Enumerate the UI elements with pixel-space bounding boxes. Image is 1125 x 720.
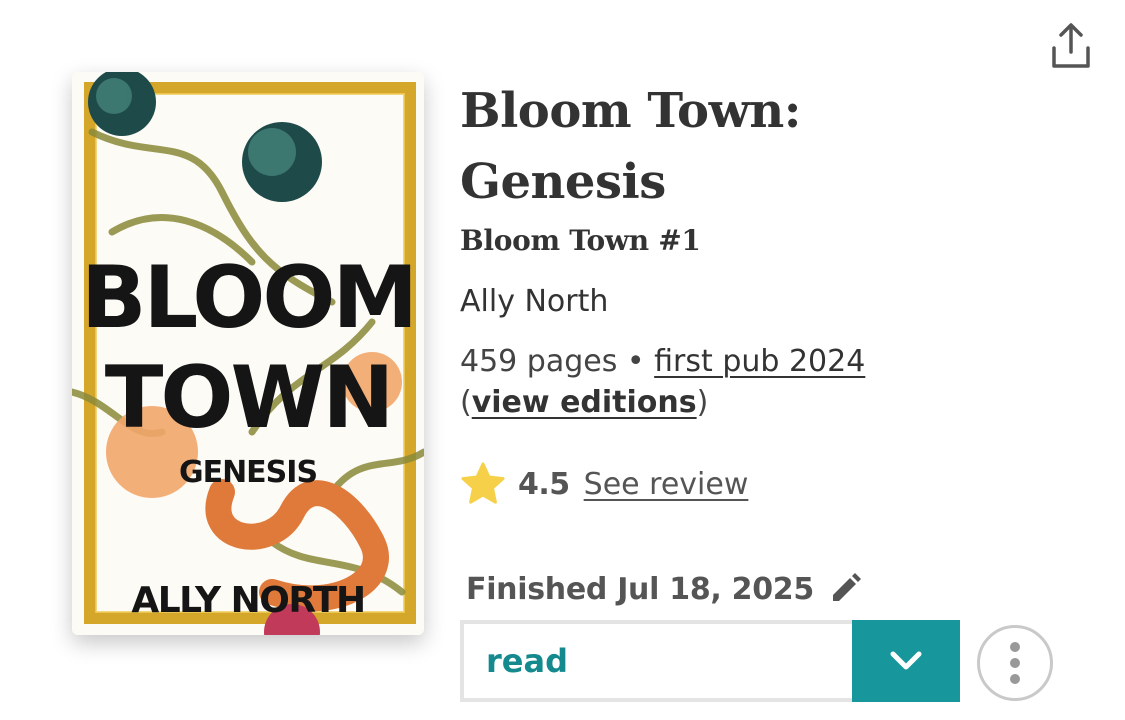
book-author[interactable]: Ally North [460,282,608,322]
book-series[interactable]: Bloom Town #1 [460,222,701,260]
status-dropdown-button[interactable] [852,620,960,702]
rating-row: 4.5 See review [460,458,748,510]
cover-title-line1: BLOOM [81,248,415,348]
share-icon [1052,23,1090,68]
more-options-button[interactable] [977,625,1053,701]
reading-status-select[interactable]: read [460,620,960,702]
finished-row: Finished Jul 18, 2025 [466,566,862,612]
book-title: Bloom Town: Genesis [460,76,1020,218]
pencil-icon[interactable] [828,572,862,606]
reading-status-value[interactable]: read [460,620,852,702]
book-meta: 459 pages • first pub 2024 (view edition… [460,344,866,420]
star-icon [461,462,505,504]
finished-date: Finished Jul 18, 2025 [466,571,814,607]
cover-title-line2: TOWN [105,348,392,448]
page-count: 459 pages [460,344,618,379]
cover-subtitle: GENESIS [179,455,317,490]
first-pub-link[interactable]: first pub 2024 [654,344,865,379]
view-editions-link[interactable]: view editions [472,385,697,420]
chevron-down-icon [890,651,922,670]
rating-value: 4.5 [518,466,570,502]
book-title-line2: Genesis [460,154,666,210]
book-title-line1: Bloom Town: [460,83,802,139]
book-cover[interactable]: BLOOM TOWN GENESIS ALLY NORTH [72,72,424,635]
share-button[interactable] [1040,16,1102,74]
see-review-link[interactable]: See review [584,467,749,502]
cover-author: ALLY NORTH [131,580,364,621]
meta-separator: • [626,344,645,379]
more-vertical-icon [1010,642,1020,684]
